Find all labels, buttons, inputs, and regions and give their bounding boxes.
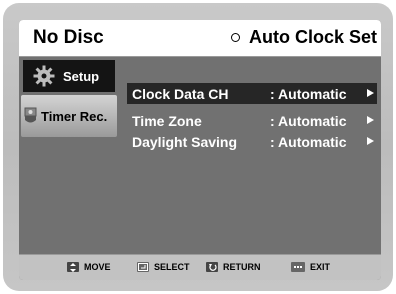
sidebar-item-label: Timer Rec.	[41, 108, 108, 124]
sidebar-item-setup[interactable]: Setup	[23, 60, 115, 92]
sidebar-item-timer-rec[interactable]: Timer Rec.	[21, 95, 117, 137]
disc-status: No Disc	[33, 27, 104, 48]
menu-body: Setup Timer Rec. Clock Data CH : Automat…	[19, 57, 381, 254]
guide-return-label: RETURN	[223, 262, 261, 272]
timer-icon	[23, 104, 39, 128]
option-value: : Automatic	[270, 85, 347, 102]
option-label: Clock Data CH	[132, 85, 229, 102]
guide-return: RETURN	[206, 262, 261, 272]
circle-icon	[230, 33, 240, 42]
arrow-right-icon	[367, 116, 374, 124]
sidebar: Setup Timer Rec.	[19, 57, 123, 254]
arrow-right-icon	[367, 137, 374, 145]
option-clock-data-ch[interactable]: Clock Data CH : Automatic	[127, 83, 377, 104]
option-value: : Automatic	[270, 112, 347, 129]
title-bar: No Disc Auto Clock Set	[19, 20, 381, 57]
arrow-right-icon	[367, 89, 374, 97]
option-daylight-saving[interactable]: Daylight Saving : Automatic	[127, 131, 377, 152]
option-value: : Automatic	[270, 133, 347, 150]
option-time-zone[interactable]: Time Zone : Automatic	[127, 110, 377, 131]
guide-move-label: MOVE	[84, 262, 111, 272]
option-label: Time Zone	[132, 112, 202, 129]
gear-icon	[31, 64, 57, 88]
sidebar-item-label: Setup	[63, 68, 100, 84]
page-title: Auto Clock Set	[248, 27, 377, 47]
exit-icon	[291, 262, 305, 272]
enter-icon	[137, 262, 149, 272]
option-label: Daylight Saving	[132, 133, 238, 150]
move-arrows-icon	[67, 262, 79, 272]
button-guide: MOVE SELECT RETURN EXIT	[19, 254, 381, 280]
osd-screen: No Disc Auto Clock Set Setup Timer Rec. …	[19, 20, 381, 280]
guide-select: SELECT	[137, 262, 190, 272]
guide-exit-label: EXIT	[310, 262, 331, 272]
guide-select-label: SELECT	[154, 262, 190, 272]
page-title-group: Auto Clock Set	[230, 27, 377, 48]
guide-move: MOVE	[67, 262, 111, 272]
guide-exit: EXIT	[291, 262, 330, 272]
return-icon	[206, 262, 218, 272]
